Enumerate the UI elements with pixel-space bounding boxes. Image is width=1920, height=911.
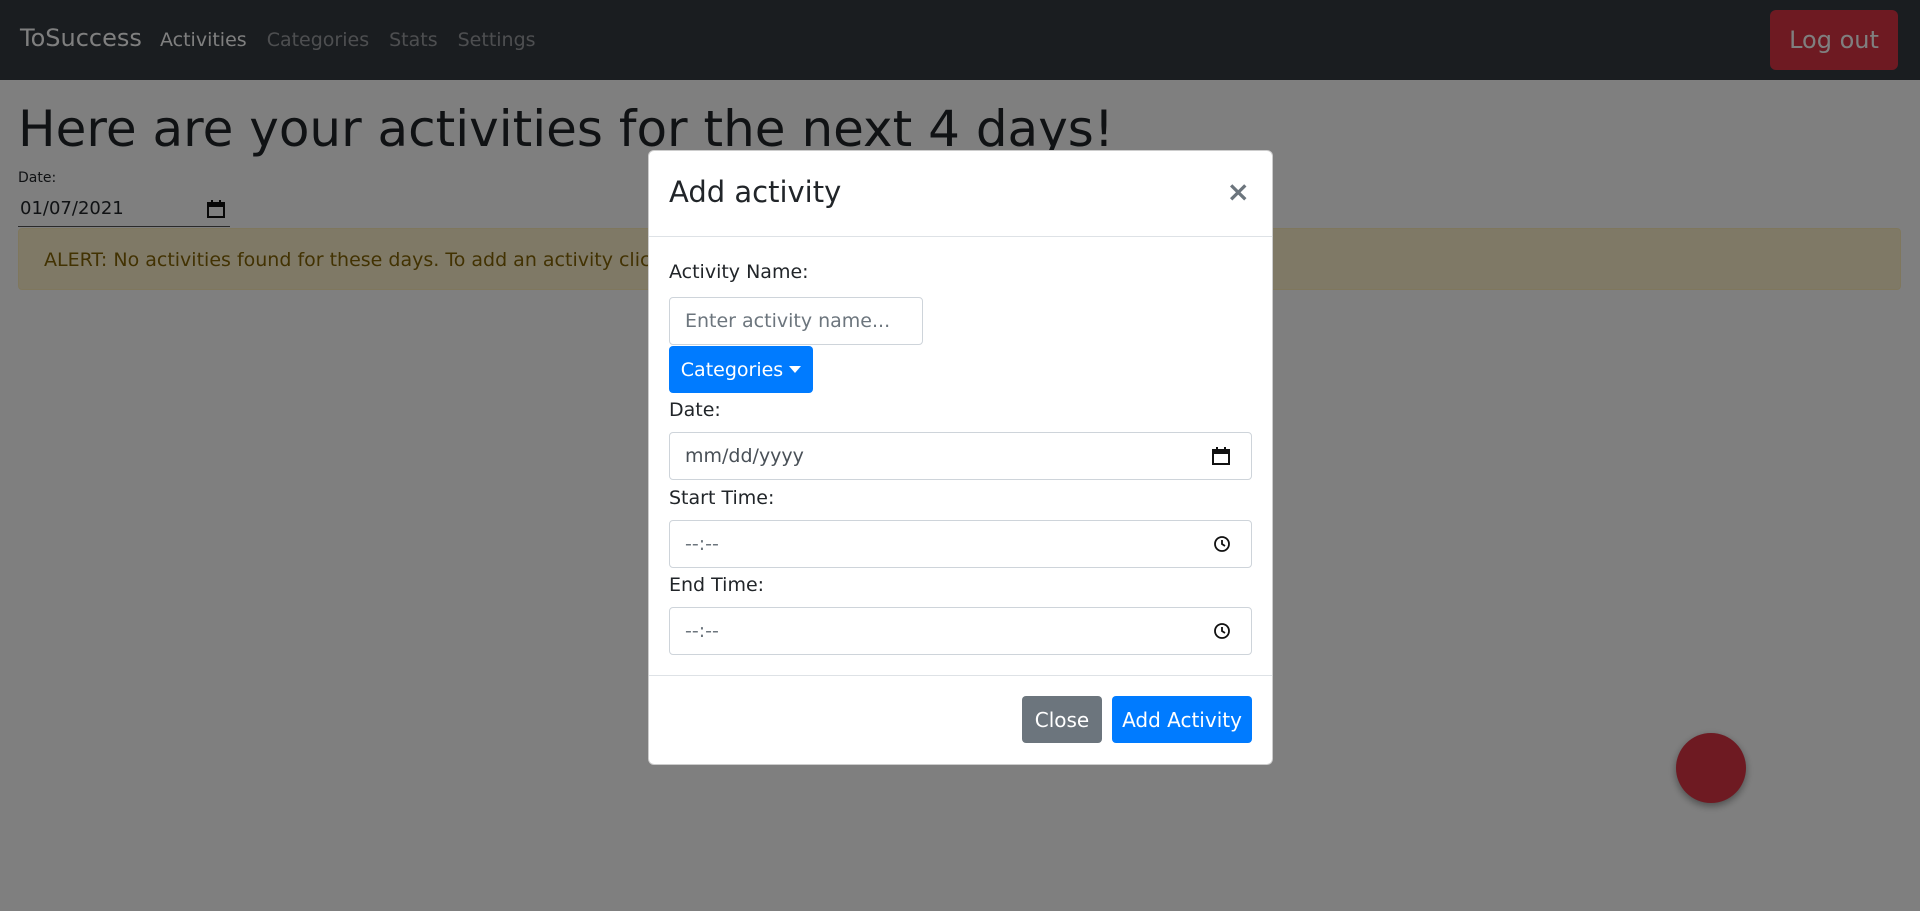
clock-icon[interactable]	[1213, 535, 1231, 553]
categories-dropdown-button[interactable]: Categories	[669, 346, 813, 393]
clock-icon[interactable]	[1213, 622, 1231, 640]
modal-footer: Close Add Activity	[649, 675, 1272, 766]
date-input[interactable]: mm/dd/yyyy	[669, 432, 1252, 480]
end-time-placeholder: --:--	[685, 620, 719, 642]
date-label: Date:	[669, 399, 721, 421]
close-icon[interactable]: ×	[1227, 175, 1250, 208]
start-time-placeholder: --:--	[685, 533, 719, 555]
modal-title: Add activity	[669, 175, 842, 209]
start-time-label: Start Time:	[669, 487, 775, 509]
start-time-input[interactable]: --:--	[669, 520, 1252, 568]
date-placeholder: mm/dd/yyyy	[685, 445, 804, 467]
end-time-label: End Time:	[669, 574, 765, 596]
caret-down-icon	[789, 366, 802, 373]
activity-name-label: Activity Name:	[669, 261, 809, 283]
activity-name-input[interactable]	[669, 297, 923, 345]
close-button[interactable]: Close	[1022, 696, 1102, 743]
end-time-input[interactable]: --:--	[669, 607, 1252, 655]
add-activity-button[interactable]: Add Activity	[1112, 696, 1252, 743]
modal-header: Add activity ×	[649, 151, 1272, 237]
categories-dropdown-label: Categories	[680, 358, 784, 381]
add-activity-modal: Add activity × Activity Name: Categories…	[648, 150, 1273, 765]
calendar-icon[interactable]	[1211, 446, 1231, 466]
